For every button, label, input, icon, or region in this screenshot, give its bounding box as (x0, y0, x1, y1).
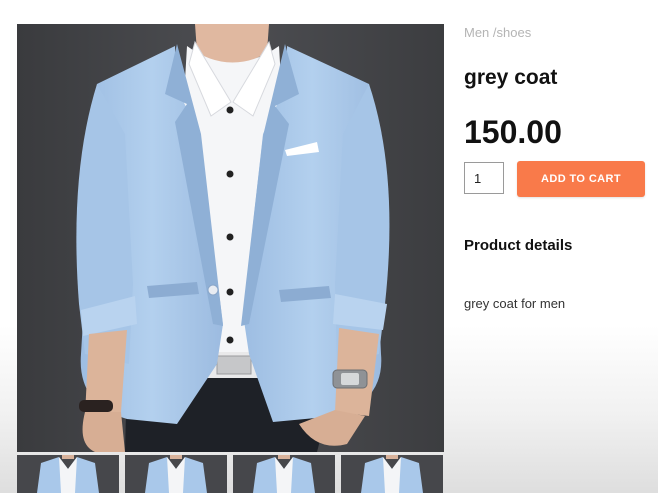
product-photo-illustration (17, 24, 444, 452)
breadcrumb[interactable]: Men /shoes (464, 25, 531, 40)
thumbnail-3[interactable] (233, 455, 335, 493)
product-description: grey coat for men (464, 296, 566, 311)
thumbnail-image (233, 455, 335, 493)
add-to-cart-button[interactable]: ADD TO CART (517, 161, 645, 197)
thumbnail-image (341, 455, 443, 493)
thumbnail-2[interactable] (125, 455, 227, 493)
product-main-image (17, 24, 444, 452)
product-price: 150.00 (464, 114, 562, 150)
thumbnail-4[interactable] (341, 455, 443, 493)
thumbnail-strip (17, 455, 447, 493)
thumbnail-image (125, 455, 227, 493)
thumbnail-1[interactable] (17, 455, 119, 493)
product-title: grey coat (464, 66, 558, 89)
product-details-heading: Product details (464, 237, 573, 254)
quantity-input[interactable] (464, 162, 504, 194)
thumbnail-image (17, 455, 119, 493)
